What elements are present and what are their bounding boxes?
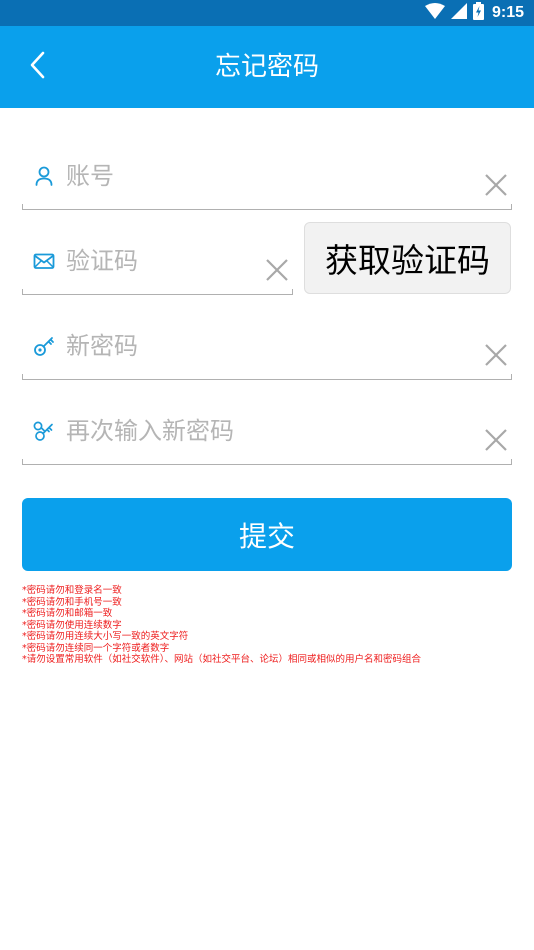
rule-item: *密码请勿和手机号一致: [22, 596, 122, 608]
close-icon: [485, 429, 507, 451]
status-bar: 9:15: [0, 0, 534, 26]
rule-item: *密码请勿使用连续数字: [22, 619, 122, 631]
confirm-password-input[interactable]: [66, 413, 446, 449]
app-bar: 忘记密码: [0, 26, 534, 108]
chevron-left-icon: [28, 50, 48, 84]
user-icon: [32, 164, 56, 188]
close-icon: [485, 174, 507, 196]
new-password-field: [22, 320, 512, 380]
password-rules: *密码请勿和登录名一致 *密码请勿和手机号一致 *密码请勿和邮箱一致 *密码请勿…: [22, 585, 522, 666]
close-icon: [485, 344, 507, 366]
rule-item: *请勿设置常用软件（如社交软件）、网站（如社交平台、论坛）相同或相似的用户名和密…: [22, 654, 422, 665]
battery-icon: [472, 2, 484, 24]
account-underline: [22, 204, 512, 210]
status-icons: 9:15: [424, 2, 524, 24]
page-title: 忘记密码: [214, 52, 319, 82]
new-password-underline: [22, 374, 512, 380]
account-field: [22, 150, 512, 210]
get-code-button[interactable]: 获取验证码: [304, 222, 511, 294]
status-time: 9:15: [491, 4, 524, 21]
rule-item: *密码请勿连续同一个字符或者数字: [22, 642, 170, 654]
submit-button[interactable]: 提交: [22, 498, 512, 571]
signal-icon: [450, 3, 467, 23]
clear-account-button[interactable]: [483, 172, 509, 198]
account-input[interactable]: [66, 158, 446, 194]
key-icon: [32, 334, 56, 358]
code-underline: [22, 289, 293, 295]
clear-confirm-password-button[interactable]: [483, 427, 509, 453]
rule-item: *密码请勿和邮箱一致: [22, 608, 113, 619]
clear-new-password-button[interactable]: [483, 342, 509, 368]
back-button[interactable]: [20, 49, 56, 85]
code-field: [22, 235, 293, 295]
rule-item: *密码请勿和登录名一致: [22, 585, 122, 596]
clear-code-button[interactable]: [264, 257, 290, 283]
code-input[interactable]: [66, 243, 236, 279]
close-icon: [266, 259, 288, 281]
confirm-password-underline: [22, 459, 512, 465]
new-password-input[interactable]: [66, 328, 446, 364]
confirm-password-field: [22, 405, 512, 465]
keys-icon: [32, 419, 56, 443]
wifi-icon: [424, 3, 445, 23]
rule-item: *密码请勿用连续大小写一致的英文字符: [22, 631, 189, 642]
mail-icon: [32, 249, 56, 273]
